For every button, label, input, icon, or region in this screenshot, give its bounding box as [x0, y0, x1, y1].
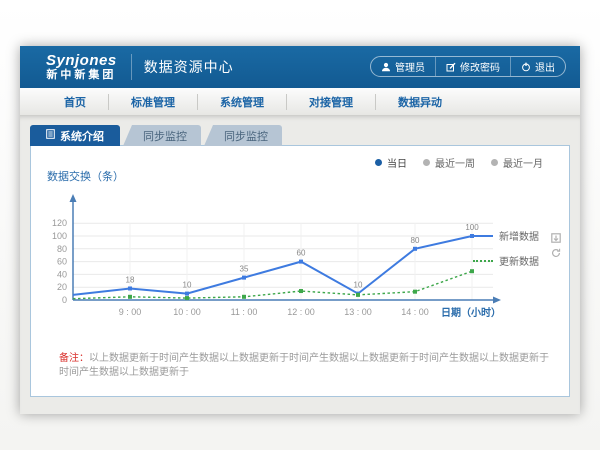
user-button-label: 管理员	[395, 59, 425, 74]
svg-text:11 : 00: 11 : 00	[231, 307, 258, 317]
toolbox-restore-icon[interactable]	[551, 245, 561, 255]
legend-label: 更新数据	[499, 253, 539, 268]
footnote: 备注：以上数据更新于时间产生数据以上数据更新于时间产生数据以上数据更新于时间产生…	[59, 352, 549, 380]
brand-logo: Synjones 新中新集团	[46, 53, 117, 81]
toolbox-save-image-icon[interactable]	[551, 230, 561, 240]
legend-item-update-data[interactable]: 更新数据	[473, 253, 539, 268]
radio-dot-icon	[423, 159, 430, 166]
main-nav: 首页 标准管理 系统管理 对接管理 数据异动	[20, 88, 580, 116]
svg-text:日期（小时）: 日期（小时）	[441, 306, 501, 319]
svg-text:0: 0	[62, 295, 67, 305]
tab-label: 同步监控	[224, 128, 268, 144]
logout-button[interactable]: 退出	[510, 57, 565, 76]
svg-text:35: 35	[240, 265, 249, 274]
tab-bar: 系统介绍 同步监控 同步监控	[30, 124, 282, 146]
nav-item-standard-mgmt[interactable]: 标准管理	[108, 94, 197, 110]
svg-text:10: 10	[354, 281, 363, 290]
dotted-line-icon	[473, 260, 493, 262]
radio-dot-icon	[375, 159, 382, 166]
range-option-label: 当日	[387, 155, 407, 170]
svg-text:18: 18	[126, 275, 135, 284]
svg-text:10: 10	[183, 281, 192, 290]
series-legend: 新增数据 更新数据	[473, 228, 539, 268]
line-chart: 0 20 40 60 80 100 120 9 : 00 10 : 00 11 : 00 12 : …	[45, 184, 515, 339]
range-option-today[interactable]: 当日	[375, 155, 407, 170]
svg-text:60: 60	[57, 257, 67, 267]
svg-text:80: 80	[411, 236, 420, 245]
tab-label: 同步监控	[143, 128, 187, 144]
y-axis-label: 数据交换（条）	[47, 168, 124, 184]
footnote-text: 以上数据更新于时间产生数据以上数据更新于时间产生数据以上数据更新于时间产生数据以…	[59, 353, 549, 378]
header-divider	[131, 54, 132, 80]
user-menu: 管理员 修改密码 退出	[370, 56, 566, 77]
logo-text-en: Synjones	[46, 53, 117, 68]
svg-text:20: 20	[57, 282, 67, 292]
footnote-label: 备注：	[59, 353, 89, 364]
user-button[interactable]: 管理员	[371, 57, 435, 76]
logo-text-cn: 新中新集团	[46, 70, 116, 81]
range-option-last-week[interactable]: 最近一周	[423, 155, 475, 170]
change-password-label: 修改密码	[460, 59, 500, 74]
chart-canvas: 0 20 40 60 80 100 120 9 : 00 10 : 00 11 : 00 12 : …	[45, 184, 515, 334]
legend-item-new-data[interactable]: 新增数据	[473, 228, 539, 243]
svg-text:100: 100	[52, 231, 67, 241]
svg-text:40: 40	[57, 269, 67, 279]
tab-system-intro[interactable]: 系统介绍	[30, 125, 120, 146]
nav-item-home[interactable]: 首页	[42, 94, 108, 110]
svg-text:13 : 00: 13 : 00	[344, 307, 372, 317]
app-title: 数据资源中心	[144, 57, 234, 77]
header: Synjones 新中新集团 数据资源中心 管理员 修改密码	[20, 46, 580, 88]
svg-text:120: 120	[52, 218, 67, 228]
range-option-label: 最近一周	[435, 155, 475, 170]
page-background: Synjones 新中新集团 数据资源中心 管理员 修改密码	[0, 0, 600, 450]
range-option-last-month[interactable]: 最近一月	[491, 155, 543, 170]
tab-label: 系统介绍	[60, 128, 104, 144]
legend-label: 新增数据	[499, 228, 539, 243]
range-option-label: 最近一月	[503, 155, 543, 170]
content-area: 系统介绍 同步监控 同步监控 当日 最近一周	[20, 116, 580, 413]
tab-sync-monitor-2[interactable]: 同步监控	[204, 125, 282, 146]
time-range-selector: 当日 最近一周 最近一月	[375, 155, 543, 170]
svg-text:14 : 00: 14 : 00	[401, 307, 429, 317]
document-icon	[46, 129, 55, 142]
nav-item-interface-mgmt[interactable]: 对接管理	[286, 94, 375, 110]
tab-sync-monitor-1[interactable]: 同步监控	[123, 125, 201, 146]
app-window: Synjones 新中新集团 数据资源中心 管理员 修改密码	[20, 46, 580, 414]
svg-text:9 : 00: 9 : 00	[119, 307, 142, 317]
chart-toolbox	[551, 230, 561, 255]
edit-icon	[446, 62, 456, 72]
radio-dot-icon	[491, 159, 498, 166]
svg-text:80: 80	[57, 244, 67, 254]
user-icon	[381, 62, 391, 72]
chart-panel: 当日 最近一周 最近一月 数据交换（条） 0 20 40 60 80 100 120 9 : …	[30, 145, 570, 397]
svg-text:10 : 00: 10 : 00	[173, 307, 201, 317]
svg-text:60: 60	[297, 249, 306, 258]
svg-text:12 : 00: 12 : 00	[287, 307, 315, 317]
nav-item-system-mgmt[interactable]: 系统管理	[197, 94, 286, 110]
nav-item-data-change[interactable]: 数据异动	[375, 94, 464, 110]
solid-line-icon	[473, 235, 493, 237]
logout-label: 退出	[535, 59, 555, 74]
power-icon	[521, 62, 531, 72]
change-password-button[interactable]: 修改密码	[435, 57, 510, 76]
